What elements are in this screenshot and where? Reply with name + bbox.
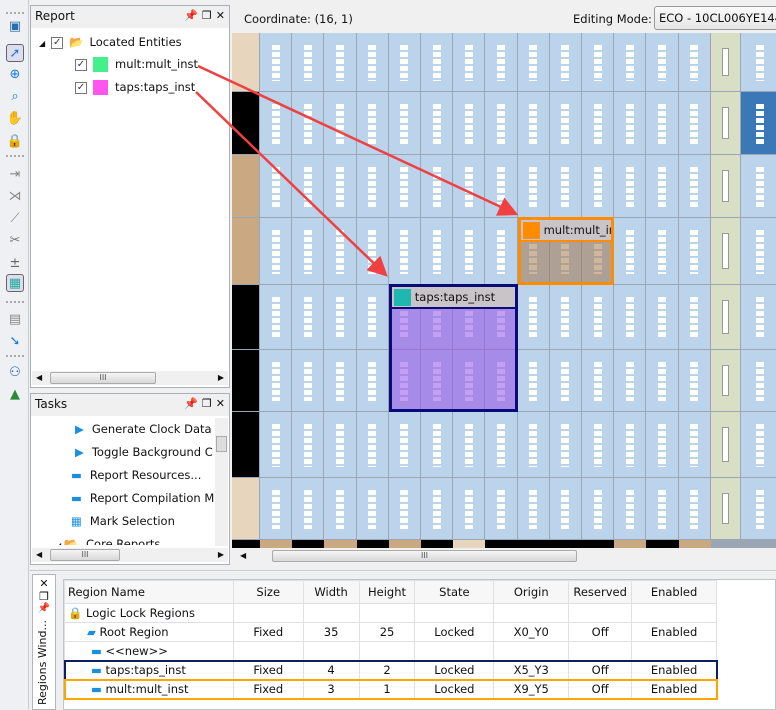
arrow-taps [195,91,388,277]
annotation-arrows [195,64,519,277]
